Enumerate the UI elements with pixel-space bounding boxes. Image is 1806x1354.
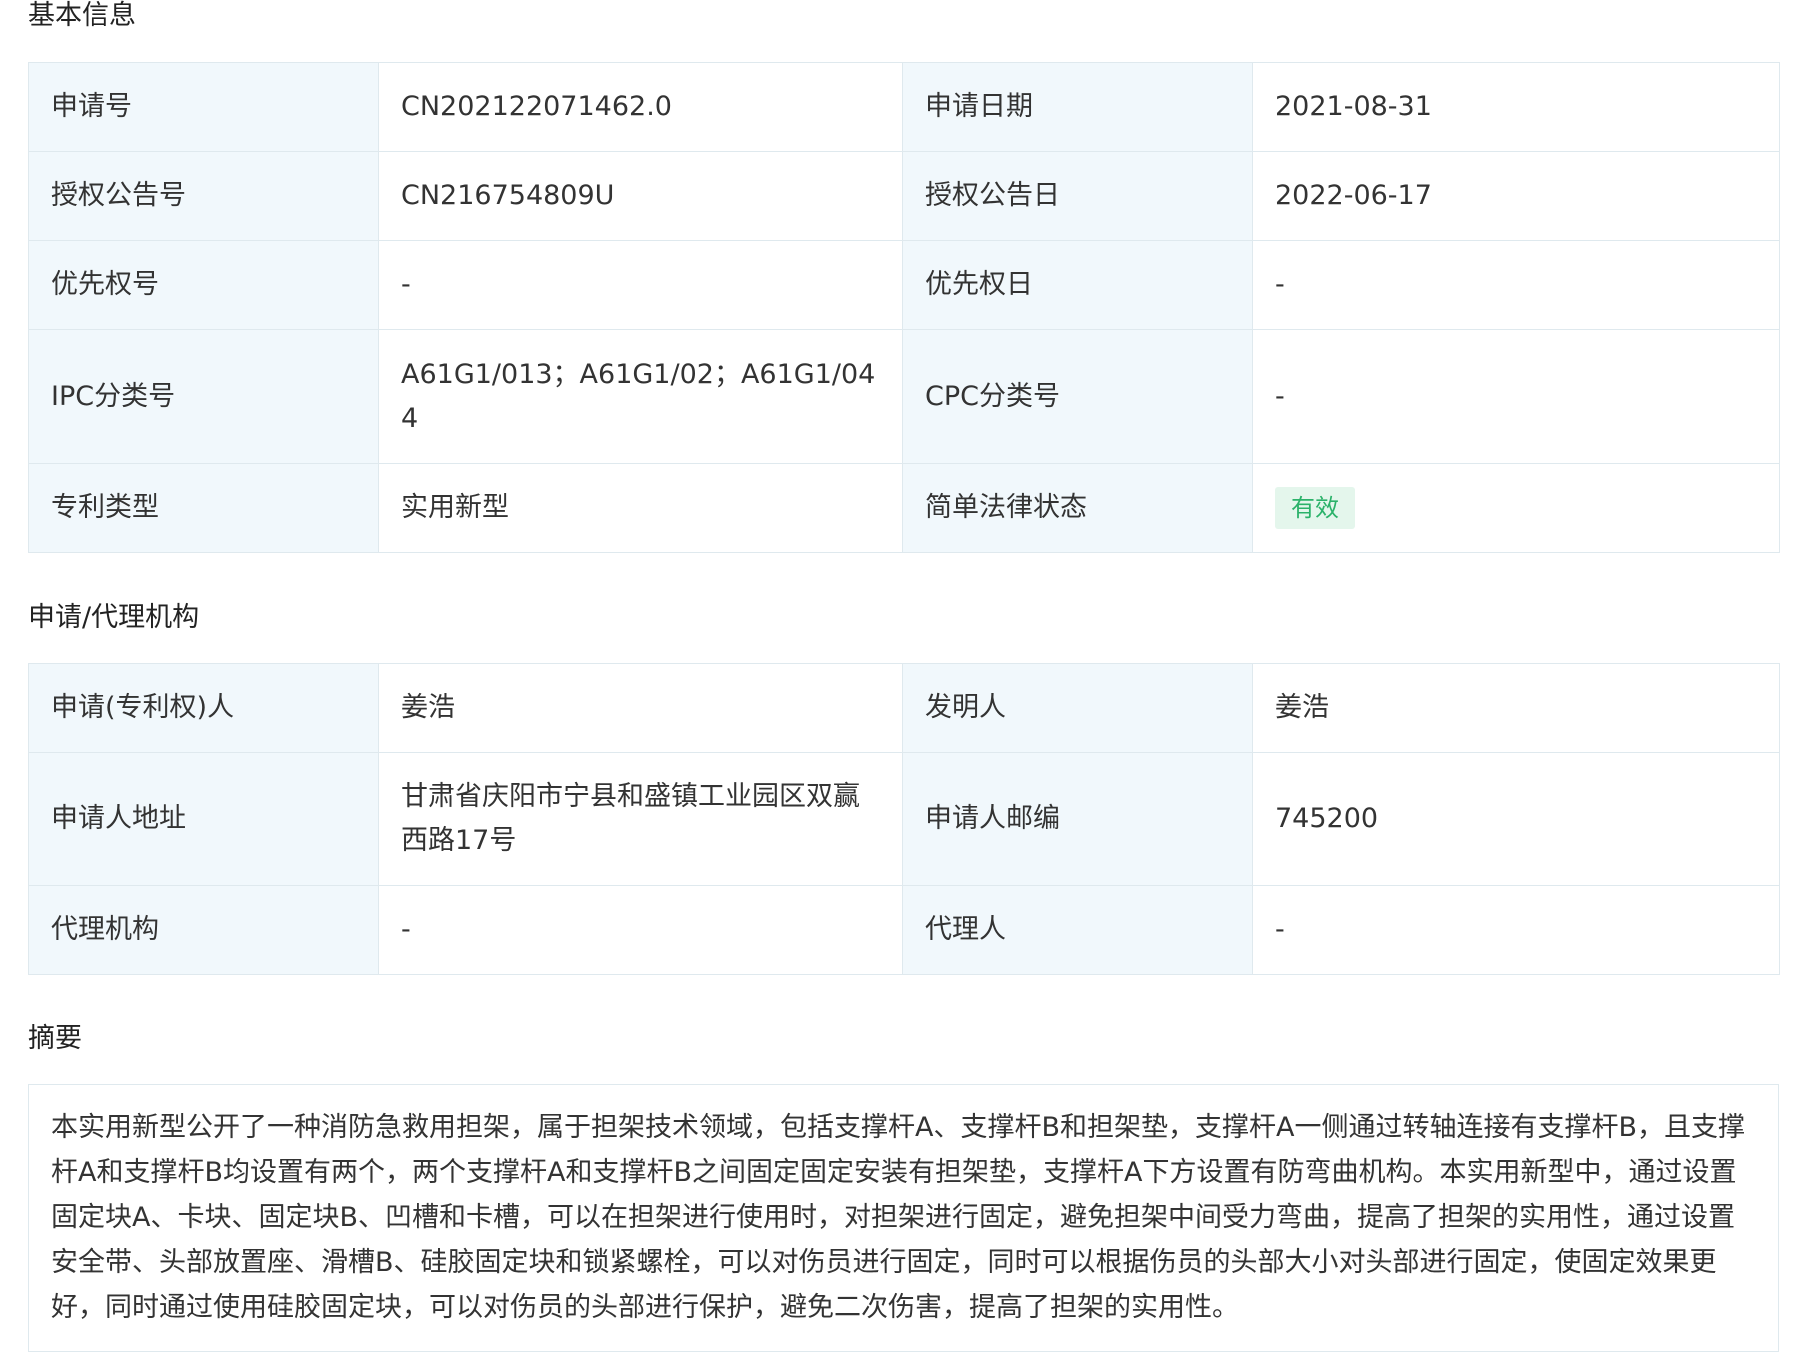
cpc-label: CPC分类号 [902, 329, 1253, 464]
basic-info-table: 申请号 CN202122071462.0 申请日期 2021-08-31 授权公… [28, 62, 1780, 553]
ipc-label: IPC分类号 [28, 329, 379, 464]
table-row: IPC分类号 A61G1/013；A61G1/02；A61G1/044 CPC分… [28, 329, 1780, 464]
table-row: 申请(专利权)人 姜浩 发明人 姜浩 [28, 663, 1780, 753]
table-row: 代理机构 - 代理人 - [28, 885, 1780, 975]
section-title-abstract: 摘要 [28, 1023, 82, 1054]
grant-number-value: CN216754809U [378, 151, 903, 241]
section-title-agency: 申请/代理机构 [28, 602, 200, 633]
applicant-postcode-value: 745200 [1252, 752, 1780, 886]
abstract-text: 本实用新型公开了一种消防急救用担架，属于担架技术领域，包括支撑杆A、支撑杆B和担… [28, 1084, 1779, 1352]
agency-table: 申请(专利权)人 姜浩 发明人 姜浩 申请人地址 甘肃省庆阳市宁县和盛镇工业园区… [28, 663, 1780, 975]
priority-date-value: - [1252, 240, 1780, 330]
applicant-address-value: 甘肃省庆阳市宁县和盛镇工业园区双赢西路17号 [378, 752, 903, 886]
grant-date-value: 2022-06-17 [1252, 151, 1780, 241]
table-row: 专利类型 实用新型 简单法律状态 有效 [28, 463, 1780, 553]
legal-status-cell: 有效 [1252, 463, 1780, 553]
inventor-value: 姜浩 [1252, 663, 1780, 753]
section-title-basic-info: 基本信息 [28, 0, 136, 31]
inventor-label: 发明人 [902, 663, 1253, 753]
agency-value: - [378, 885, 903, 975]
agency-label: 代理机构 [28, 885, 379, 975]
table-row: 优先权号 - 优先权日 - [28, 240, 1780, 330]
table-row: 申请人地址 甘肃省庆阳市宁县和盛镇工业园区双赢西路17号 申请人邮编 74520… [28, 752, 1780, 886]
cpc-value: - [1252, 329, 1780, 464]
patent-type-label: 专利类型 [28, 463, 379, 553]
application-number-value: CN202122071462.0 [378, 62, 903, 152]
priority-number-value: - [378, 240, 903, 330]
patent-type-value: 实用新型 [378, 463, 903, 553]
agent-label: 代理人 [902, 885, 1253, 975]
priority-date-label: 优先权日 [902, 240, 1253, 330]
applicant-value: 姜浩 [378, 663, 903, 753]
application-number-label: 申请号 [28, 62, 379, 152]
applicant-postcode-label: 申请人邮编 [902, 752, 1253, 886]
grant-date-label: 授权公告日 [902, 151, 1253, 241]
application-date-label: 申请日期 [902, 62, 1253, 152]
agent-value: - [1252, 885, 1780, 975]
applicant-label: 申请(专利权)人 [28, 663, 379, 753]
ipc-value: A61G1/013；A61G1/02；A61G1/044 [378, 329, 903, 464]
priority-number-label: 优先权号 [28, 240, 379, 330]
table-row: 申请号 CN202122071462.0 申请日期 2021-08-31 [28, 62, 1780, 152]
applicant-address-label: 申请人地址 [28, 752, 379, 886]
table-row: 授权公告号 CN216754809U 授权公告日 2022-06-17 [28, 151, 1780, 241]
legal-status-badge: 有效 [1275, 487, 1355, 529]
application-date-value: 2021-08-31 [1252, 62, 1780, 152]
grant-number-label: 授权公告号 [28, 151, 379, 241]
legal-status-label: 简单法律状态 [902, 463, 1253, 553]
